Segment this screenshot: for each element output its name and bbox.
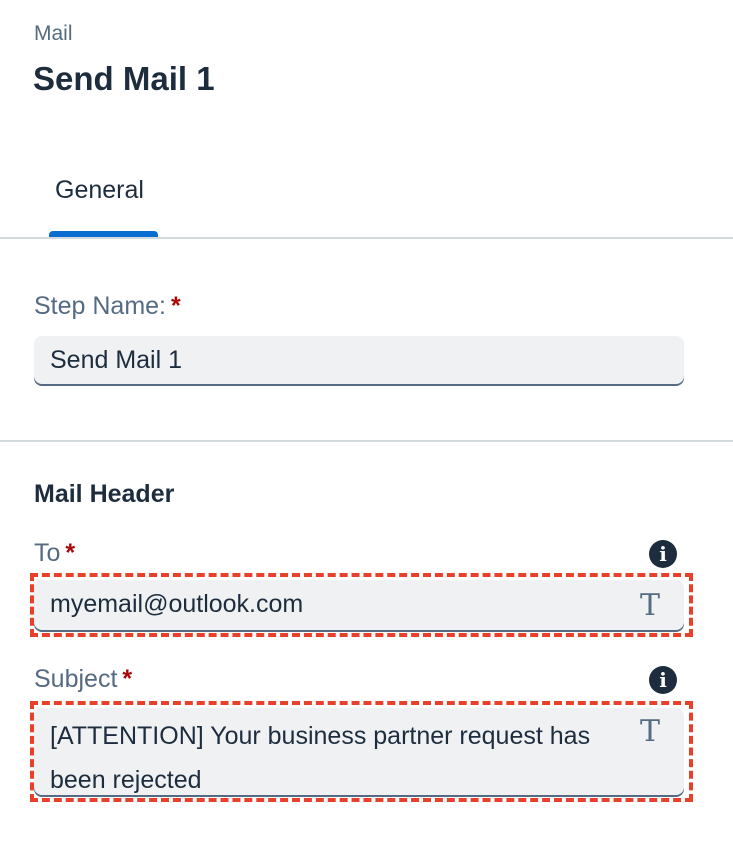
mail-header-title: Mail Header bbox=[34, 480, 175, 508]
step-name-label: Step Name: * bbox=[34, 292, 181, 321]
tab-bar-divider bbox=[0, 237, 733, 239]
step-name-label-text: Step Name: bbox=[34, 292, 167, 320]
step-name-input[interactable]: Send Mail 1 bbox=[34, 336, 684, 386]
required-marker: * bbox=[171, 292, 181, 320]
subject-label: Subject * bbox=[34, 665, 132, 694]
subject-input-value: [ATTENTION] Your business partner reques… bbox=[50, 722, 591, 794]
info-icon[interactable]: i bbox=[649, 540, 677, 568]
text-type-icon[interactable]: T bbox=[640, 717, 660, 747]
to-label-text: To bbox=[34, 539, 61, 567]
required-marker: * bbox=[65, 539, 76, 567]
subject-input[interactable]: [ATTENTION] Your business partner reques… bbox=[34, 708, 684, 797]
to-input[interactable]: myemail@outlook.com bbox=[34, 580, 684, 632]
tab-general[interactable]: General bbox=[55, 176, 144, 205]
to-input-value: myemail@outlook.com bbox=[50, 590, 304, 618]
section-divider bbox=[0, 440, 733, 442]
subject-label-text: Subject bbox=[34, 665, 118, 693]
required-marker: * bbox=[122, 665, 133, 693]
info-icon[interactable]: i bbox=[649, 666, 677, 694]
page-title: Send Mail 1 bbox=[33, 60, 215, 97]
text-type-icon[interactable]: T bbox=[640, 591, 660, 621]
breadcrumb[interactable]: Mail bbox=[34, 22, 73, 46]
to-label: To * bbox=[34, 539, 75, 568]
